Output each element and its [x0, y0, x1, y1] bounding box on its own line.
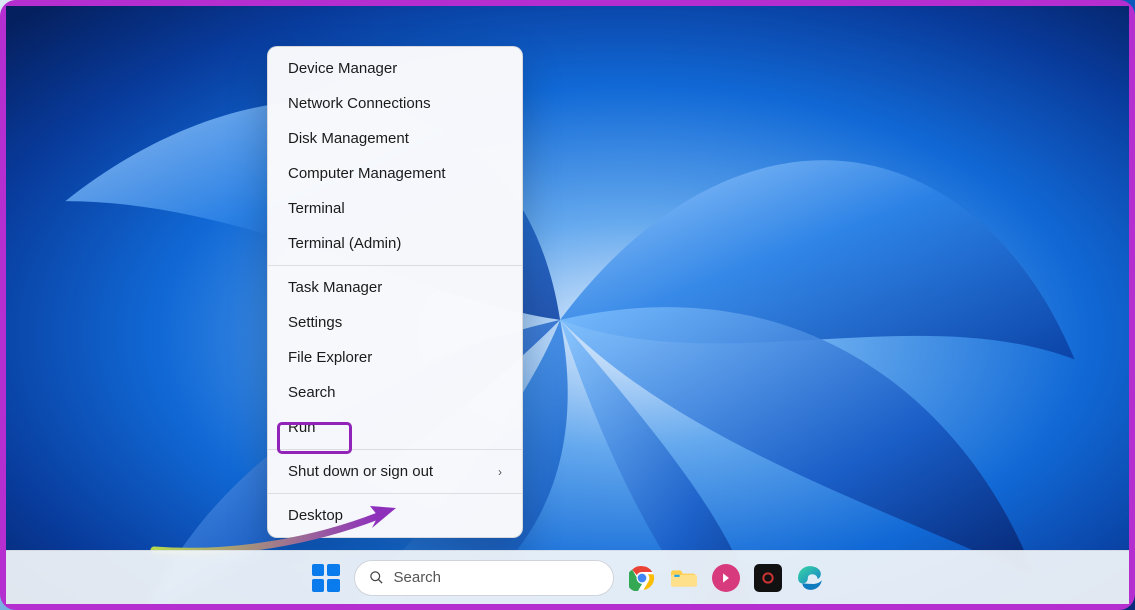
- quickmenu-item-label: File Explorer: [288, 349, 372, 366]
- search-placeholder: Search: [394, 569, 442, 586]
- search-icon: [369, 570, 384, 585]
- quickmenu-item-device-manager[interactable]: Device Manager: [268, 51, 522, 86]
- taskbar: Search: [6, 550, 1129, 604]
- taskbar-app-generic-2[interactable]: [754, 564, 782, 592]
- taskbar-app-generic-1[interactable]: [712, 564, 740, 592]
- quickmenu-item-label: Terminal (Admin): [288, 235, 401, 252]
- quickmenu-item-label: Device Manager: [288, 60, 397, 77]
- quickmenu-item-search[interactable]: Search: [268, 375, 522, 410]
- edge-icon: [797, 565, 823, 591]
- chrome-icon: [629, 565, 655, 591]
- chevron-right-icon: ›: [498, 465, 502, 479]
- quickmenu-item-desktop[interactable]: Desktop: [268, 498, 522, 533]
- start-button[interactable]: [312, 564, 340, 592]
- quickmenu-item-label: Search: [288, 384, 336, 401]
- quickmenu-divider: [268, 265, 522, 266]
- power-user-menu: Device Manager Network Connections Disk Ma…: [267, 46, 523, 538]
- quickmenu-item-shut-down-or-sign-out[interactable]: Shut down or sign out ›: [268, 454, 522, 489]
- quickmenu-item-label: Disk Management: [288, 130, 409, 147]
- desktop-wallpaper: [6, 6, 1129, 604]
- quickmenu-item-label: Computer Management: [288, 165, 446, 182]
- quickmenu-item-disk-management[interactable]: Disk Management: [268, 121, 522, 156]
- quickmenu-item-label: Run: [288, 419, 316, 436]
- chevron-right-icon: [719, 571, 733, 585]
- quickmenu-item-task-manager[interactable]: Task Manager: [268, 270, 522, 305]
- taskbar-app-chrome[interactable]: [628, 564, 656, 592]
- quickmenu-item-label: Desktop: [288, 507, 343, 524]
- quickmenu-item-computer-management[interactable]: Computer Management: [268, 156, 522, 191]
- taskbar-search[interactable]: Search: [354, 560, 614, 596]
- quickmenu-item-settings[interactable]: Settings: [268, 305, 522, 340]
- quickmenu-item-terminal[interactable]: Terminal: [268, 191, 522, 226]
- quickmenu-divider: [268, 449, 522, 450]
- quickmenu-item-label: Terminal: [288, 200, 345, 217]
- circle-outline-icon: [760, 570, 776, 586]
- quickmenu-item-label: Shut down or sign out: [288, 463, 433, 480]
- quickmenu-item-run[interactable]: Run: [268, 410, 522, 445]
- quickmenu-item-file-explorer[interactable]: File Explorer: [268, 340, 522, 375]
- quickmenu-item-label: Task Manager: [288, 279, 382, 296]
- quickmenu-item-label: Settings: [288, 314, 342, 331]
- taskbar-app-file-explorer[interactable]: [670, 564, 698, 592]
- folder-icon: [671, 567, 697, 589]
- taskbar-app-edge[interactable]: [796, 564, 824, 592]
- quickmenu-divider: [268, 493, 522, 494]
- quickmenu-item-network-connections[interactable]: Network Connections: [268, 86, 522, 121]
- quickmenu-item-label: Network Connections: [288, 95, 431, 112]
- quickmenu-item-terminal-admin-[interactable]: Terminal (Admin): [268, 226, 522, 261]
